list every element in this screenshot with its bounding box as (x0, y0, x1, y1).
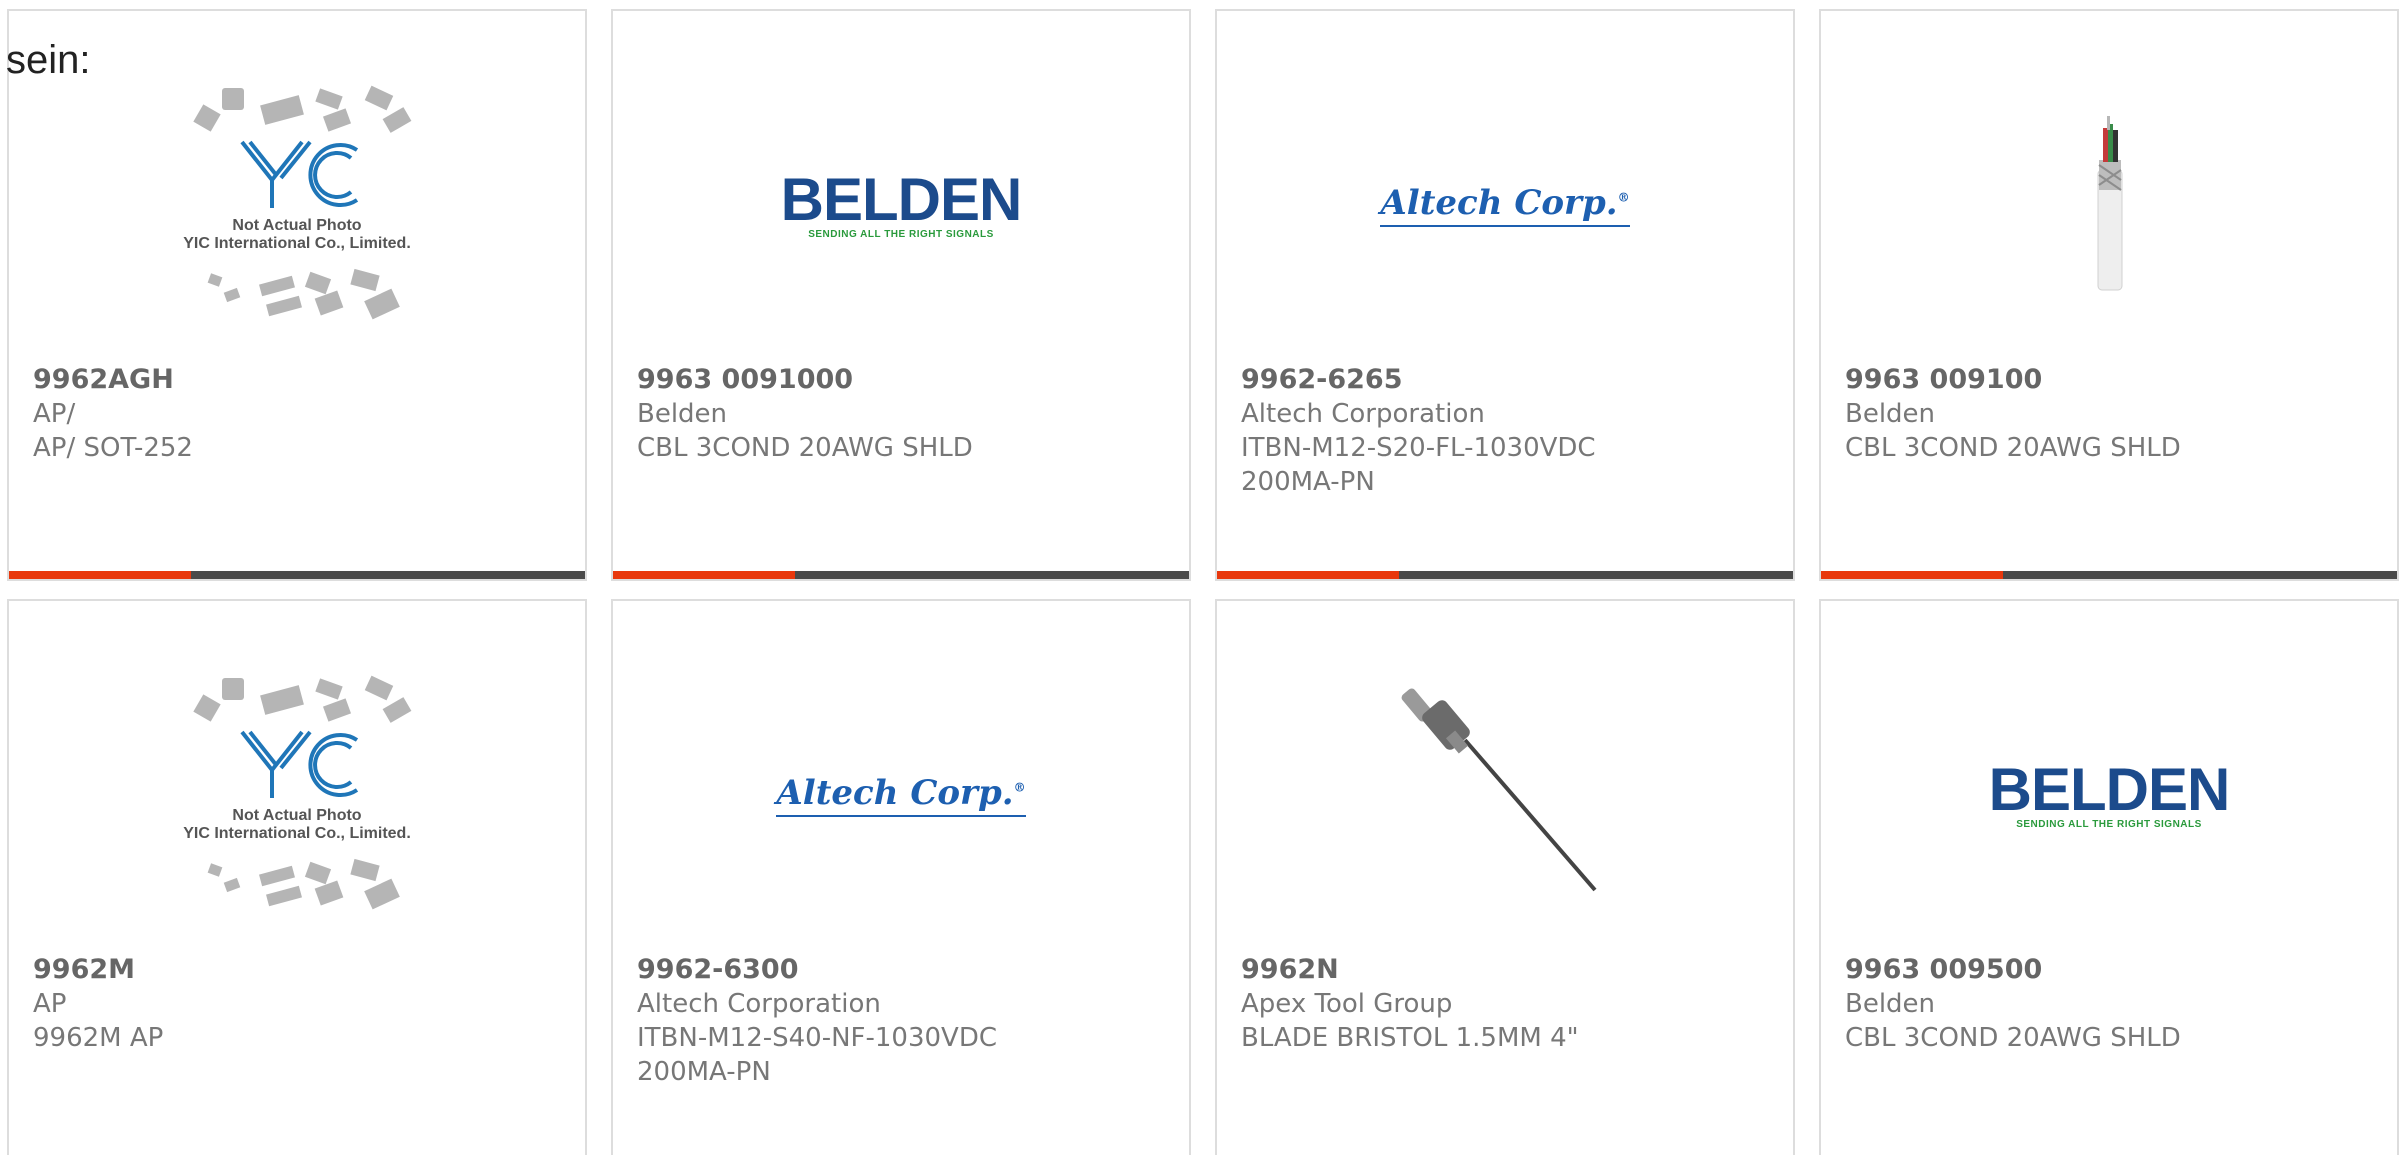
card-bar-accent (613, 571, 795, 579)
part-number[interactable]: 9962M (33, 953, 135, 987)
product-image[interactable]: BELDEN SENDING ALL THE RIGHT SIGNALS (1821, 649, 2397, 941)
description: CBL 3COND 20AWG SHLD (1845, 1023, 2181, 1053)
product-image[interactable]: Altech Corp.® (613, 649, 1189, 941)
altech-logo-word: Altech Corp. (1380, 183, 1618, 223)
product-card[interactable]: BELDEN SENDING ALL THE RIGHT SIGNALS 996… (1819, 599, 2399, 1155)
card-bar (613, 571, 1189, 579)
manufacturer: AP/ (33, 399, 76, 429)
manufacturer: Belden (637, 399, 728, 429)
card-bar (1217, 571, 1793, 579)
belden-logo: BELDEN SENDING ALL THE RIGHT SIGNALS (1988, 755, 2231, 830)
intro-text: sein: (6, 38, 91, 82)
blade-photo (1401, 688, 1597, 892)
description: CBL 3COND 20AWG SHLD (637, 433, 973, 463)
manufacturer: Belden (1845, 989, 1936, 1019)
description: ITBN-M12-S20-FL-1030VDC 200MA-PN (1241, 433, 1596, 497)
manufacturer: AP (33, 989, 67, 1019)
belden-logo-tagline: SENDING ALL THE RIGHT SIGNALS (2016, 818, 2202, 830)
belden-logo-word: BELDEN (780, 165, 1023, 233)
manufacturer: Altech Corporation (637, 989, 881, 1019)
part-number[interactable]: 9962N (1241, 953, 1339, 987)
part-number[interactable]: 9963 0091000 (637, 363, 853, 397)
card-bar (1821, 571, 2397, 579)
description: ITBN-M12-S40-NF-1030VDC 200MA-PN (637, 1023, 998, 1087)
product-image[interactable]: Altech Corp.® (1217, 59, 1793, 351)
card-bar-accent (9, 571, 191, 579)
product-image[interactable]: Not Actual Photo YIC International Co., … (9, 649, 585, 941)
part-number[interactable]: 9963 009500 (1845, 953, 2042, 987)
yic-line1: Not Actual Photo (232, 807, 361, 824)
yic-line2: YIC International Co., Limited. (183, 825, 411, 842)
yic-line2: YIC International Co., Limited. (183, 235, 411, 252)
yic-placeholder-image: Not Actual Photo YIC International Co., … (183, 675, 412, 910)
yic-line1: Not Actual Photo (232, 217, 361, 234)
altech-logo: Altech Corp.® (776, 773, 1026, 817)
altech-logo: Altech Corp.® (1380, 183, 1630, 227)
card-bar-accent (1821, 571, 2003, 579)
product-image[interactable]: BELDEN SENDING ALL THE RIGHT SIGNALS (613, 59, 1189, 351)
description: BLADE BRISTOL 1.5MM 4" (1241, 1023, 1579, 1053)
product-grid-page: sein: Not Actual Photo YIC International… (0, 0, 2400, 1155)
manufacturer: Belden (1845, 399, 1936, 429)
description: 9962M AP (33, 1023, 164, 1053)
product-card[interactable]: BELDEN SENDING ALL THE RIGHT SIGNALS 996… (611, 9, 1191, 581)
part-number[interactable]: 9962-6265 (1241, 363, 1403, 397)
product-image[interactable] (1821, 59, 2397, 351)
card-bar-accent (1217, 571, 1399, 579)
product-card[interactable]: Not Actual Photo YIC International Co., … (7, 599, 587, 1155)
part-number[interactable]: 9963 009100 (1845, 363, 2042, 397)
part-number[interactable]: 9962AGH (33, 363, 174, 397)
description: AP/ SOT-252 (33, 433, 193, 463)
product-image[interactable] (1217, 649, 1793, 941)
product-card[interactable]: 9963 009100 Belden CBL 3COND 20AWG SHLD (1819, 9, 2399, 581)
product-card[interactable]: Altech Corp.® 9962-6265 Altech Corporati… (1215, 9, 1795, 581)
manufacturer: Altech Corporation (1241, 399, 1485, 429)
altech-logo-word: Altech Corp. (776, 773, 1014, 813)
product-card[interactable]: Altech Corp.® 9962-6300 Altech Corporati… (611, 599, 1191, 1155)
yic-placeholder-image: Not Actual Photo YIC International Co., … (183, 85, 412, 320)
part-number[interactable]: 9962-6300 (637, 953, 799, 987)
description: CBL 3COND 20AWG SHLD (1845, 433, 2181, 463)
belden-logo: BELDEN SENDING ALL THE RIGHT SIGNALS (780, 165, 1023, 240)
belden-logo-tagline: SENDING ALL THE RIGHT SIGNALS (808, 228, 994, 240)
manufacturer: Apex Tool Group (1241, 989, 1453, 1019)
cable-photo (2097, 116, 2123, 291)
product-card[interactable]: Not Actual Photo YIC International Co., … (7, 9, 587, 581)
product-card[interactable]: 9962N Apex Tool Group BLADE BRISTOL 1.5M… (1215, 599, 1795, 1155)
belden-logo-word: BELDEN (1988, 755, 2231, 823)
card-bar (9, 571, 585, 579)
product-image[interactable]: Not Actual Photo YIC International Co., … (9, 59, 585, 351)
